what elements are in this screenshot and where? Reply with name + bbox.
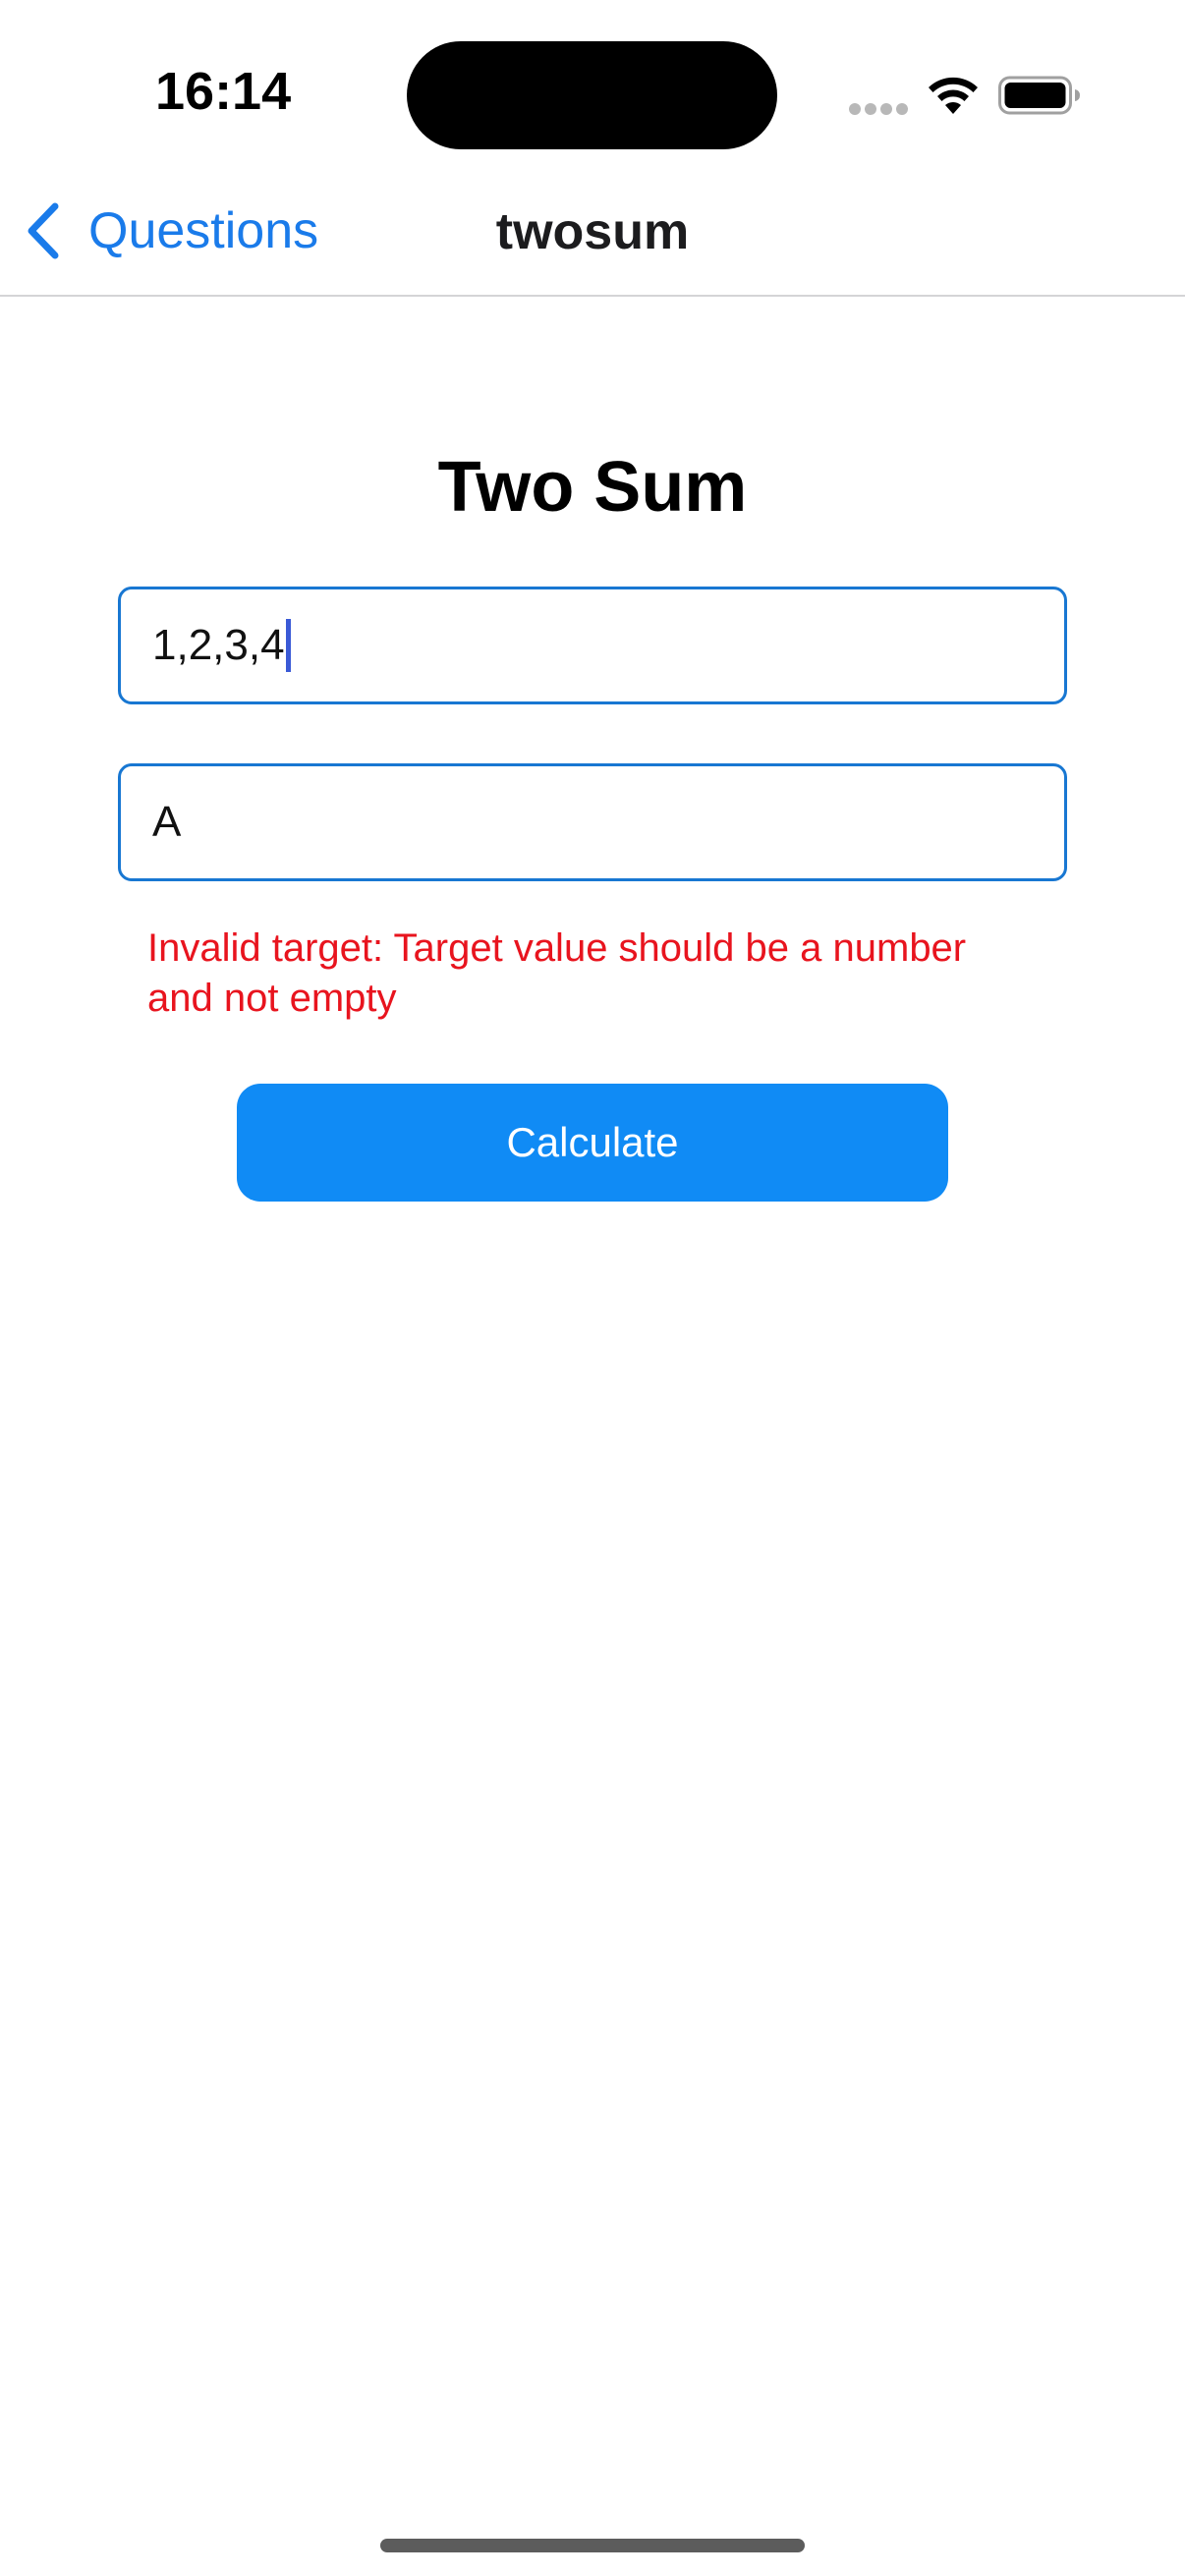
nav-title: twosum bbox=[495, 203, 690, 260]
calculate-button[interactable]: Calculate bbox=[237, 1084, 948, 1202]
signal-icon bbox=[849, 103, 908, 115]
status-time: 16:14 bbox=[155, 62, 292, 121]
calculate-button-label: Calculate bbox=[506, 1119, 679, 1165]
home-indicator[interactable] bbox=[380, 2539, 805, 2552]
target-input[interactable]: A bbox=[118, 763, 1067, 881]
page-heading: Two Sum bbox=[437, 448, 748, 527]
nums-input[interactable]: 1,2,3,4 bbox=[118, 587, 1067, 704]
error-message: Invalid target: Target value should be a… bbox=[147, 926, 967, 1020]
battery-icon bbox=[998, 76, 1080, 115]
status-bar: 16:14 bbox=[0, 0, 1185, 177]
nums-input-value: 1,2,3,4 bbox=[152, 621, 285, 669]
text-cursor bbox=[285, 619, 291, 672]
nav-bar: Questions twosum bbox=[0, 177, 1185, 297]
dynamic-island bbox=[407, 41, 777, 149]
target-input-value: A bbox=[152, 798, 182, 846]
screen: 16:14 Questions twosum Two Sum 1,2,3,4 A… bbox=[0, 0, 1185, 2576]
wifi-icon bbox=[929, 77, 978, 114]
